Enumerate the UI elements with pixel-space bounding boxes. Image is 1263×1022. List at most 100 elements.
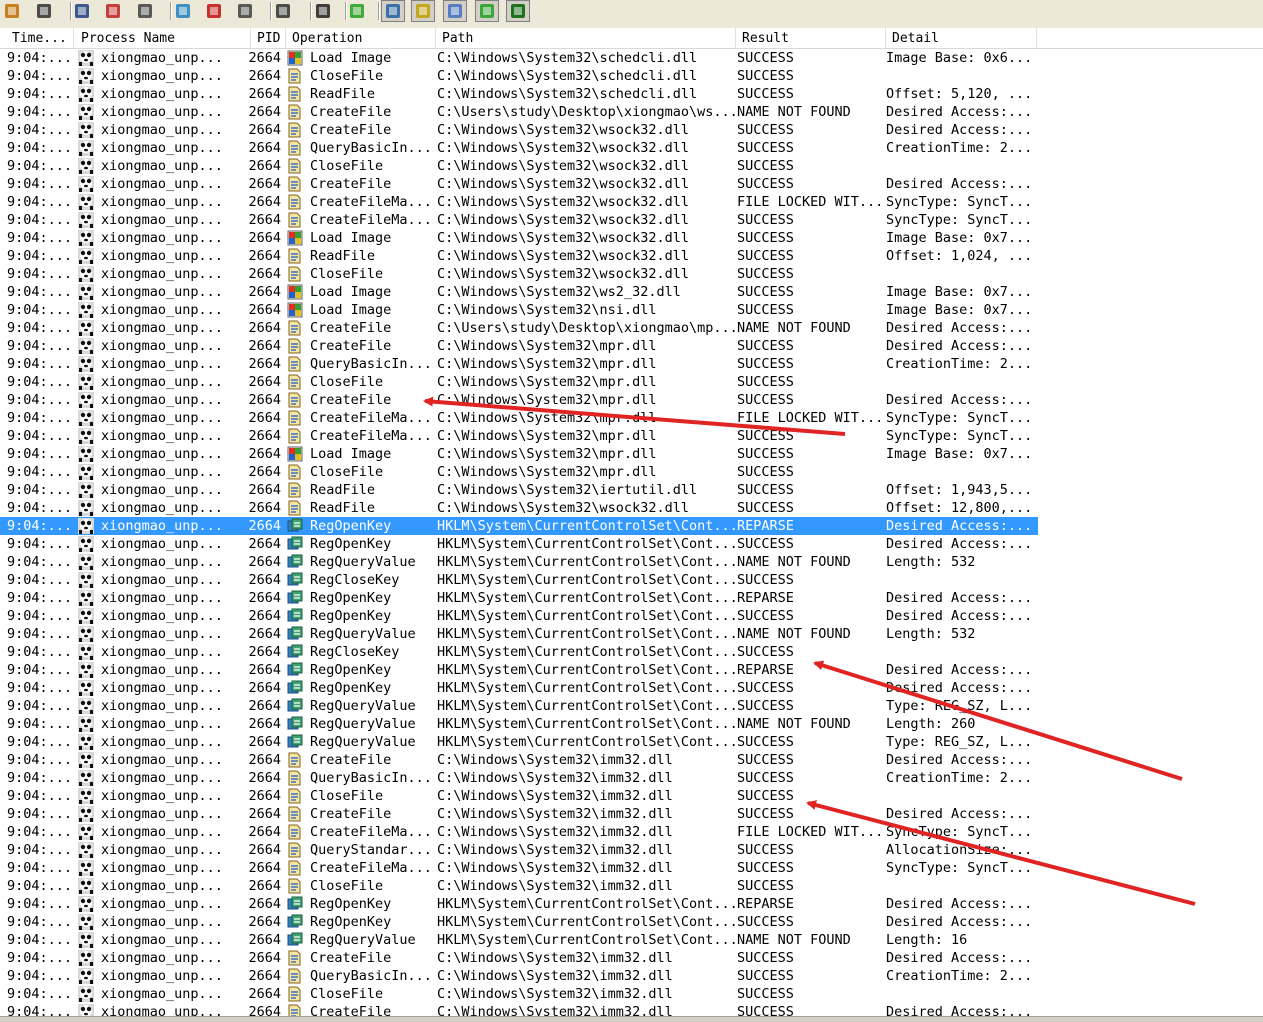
cell-detail: Offset: 12,800,... (886, 500, 1033, 516)
table-row[interactable]: 9:04:... xiongmao_unp... 2664 CreateFileMa.… (0, 211, 1038, 229)
cell-pid: 2664 (248, 914, 281, 930)
table-row[interactable]: 9:04:... xiongmao_unp... 2664 RegQueryValue… (0, 715, 1038, 733)
magnifier-icon[interactable] (70, 0, 94, 22)
column-header-pid[interactable]: PID (251, 28, 286, 48)
table-row[interactable]: 9:04:... xiongmao_unp... 2664 CloseFile C:\W… (0, 787, 1038, 805)
cell-time: 9:04:... (7, 554, 73, 570)
clear-display-icon[interactable] (101, 0, 125, 22)
table-row[interactable]: 9:04:... xiongmao_unp... 2664 CloseFile C:\W… (0, 67, 1038, 85)
table-row[interactable]: 9:04:... xiongmao_unp... 2664 CreateFileMa.… (0, 193, 1038, 211)
table-row[interactable]: 9:04:... xiongmao_unp... 2664 Load Image C:\… (0, 49, 1038, 67)
highlight-icon[interactable] (202, 0, 226, 22)
network-activity-icon[interactable] (443, 0, 467, 22)
find-icon[interactable] (311, 0, 335, 22)
table-row[interactable]: 9:04:... xiongmao_unp... 2664 Load Image C:\… (0, 445, 1038, 463)
table-row[interactable]: 9:04:... xiongmao_unp... 2664 CreateFile C:\… (0, 751, 1038, 769)
cell-process-name: xiongmao_unp... (101, 338, 223, 354)
cell-operation: ReadFile (310, 482, 376, 498)
table-row[interactable]: 9:04:... xiongmao_unp... 2664 Load Image C:\… (0, 301, 1038, 319)
column-header-time[interactable]: Time... (6, 28, 74, 48)
cell-time: 9:04:... (7, 770, 73, 786)
table-row[interactable]: 9:04:... xiongmao_unp... 2664 ReadFile C:\Wi… (0, 481, 1038, 499)
table-row[interactable]: 9:04:... xiongmao_unp... 2664 QueryBasicIn.… (0, 967, 1038, 985)
column-header-detail[interactable]: Detail (886, 28, 1037, 48)
table-row[interactable]: 9:04:... xiongmao_unp... 2664 CreateFile C:\… (0, 805, 1038, 823)
filter-icon[interactable] (171, 0, 195, 22)
file-system-operation-icon (287, 175, 304, 193)
table-row[interactable]: 9:04:... xiongmao_unp... 2664 RegQueryValue… (0, 625, 1038, 643)
jump-icon[interactable] (345, 0, 369, 22)
table-row[interactable]: 9:04:... xiongmao_unp... 2664 RegOpenKey HKL… (0, 679, 1038, 697)
cell-operation: QueryBasicIn... (310, 140, 432, 156)
table-row[interactable]: 9:04:... xiongmao_unp... 2664 RegQueryValue… (0, 697, 1038, 715)
table-row[interactable]: 9:04:... xiongmao_unp... 2664 CloseFile C:\W… (0, 985, 1038, 1003)
process-icon (78, 409, 94, 427)
table-row[interactable]: 9:04:... xiongmao_unp... 2664 RegOpenKey HKL… (0, 895, 1038, 913)
table-row[interactable]: 9:04:... xiongmao_unp... 2664 Load Image C:\… (0, 283, 1038, 301)
table-row[interactable]: 9:04:... xiongmao_unp... 2664 RegOpenKey HKL… (0, 589, 1038, 607)
column-header-process-name[interactable]: Process Name (75, 28, 251, 48)
table-row[interactable]: 9:04:... xiongmao_unp... 2664 QueryBasicIn.… (0, 139, 1038, 157)
table-row[interactable]: 9:04:... xiongmao_unp... 2664 RegCloseKey HK… (0, 571, 1038, 589)
table-row[interactable]: 9:04:... xiongmao_unp... 2664 CloseFile C:\W… (0, 157, 1038, 175)
table-row[interactable]: 9:04:... xiongmao_unp... 2664 RegOpenKey HKL… (0, 661, 1038, 679)
file-activity-icon[interactable] (411, 0, 435, 22)
profiling-icon[interactable] (506, 0, 530, 22)
table-row[interactable]: 9:04:... xiongmao_unp... 2664 QueryBasicIn.… (0, 355, 1038, 373)
cell-result: SUCCESS (737, 698, 794, 714)
process-activity-icon[interactable] (475, 0, 499, 22)
table-row[interactable]: 9:04:... xiongmao_unp... 2664 RegOpenKey HKL… (0, 517, 1038, 535)
registry-operation-icon (287, 571, 304, 589)
table-row[interactable]: 9:04:... xiongmao_unp... 2664 QueryBasicIn.… (0, 769, 1038, 787)
process-icon (78, 499, 94, 517)
table-row[interactable]: 9:04:... xiongmao_unp... 2664 CloseFile C:\W… (0, 463, 1038, 481)
table-row[interactable]: 9:04:... xiongmao_unp... 2664 CreateFile C:\… (0, 1003, 1038, 1016)
table-row[interactable]: 9:04:... xiongmao_unp... 2664 CreateFileMa.… (0, 427, 1038, 445)
table-row[interactable]: 9:04:... xiongmao_unp... 2664 RegQueryValue… (0, 931, 1038, 949)
table-row[interactable]: 9:04:... xiongmao_unp... 2664 CreateFile C:\… (0, 337, 1038, 355)
process-icon (78, 445, 94, 463)
table-row[interactable]: 9:04:... xiongmao_unp... 2664 CreateFile C:\… (0, 121, 1038, 139)
cell-pid: 2664 (248, 536, 281, 552)
table-row[interactable]: 9:04:... xiongmao_unp... 2664 CreateFileMa.… (0, 823, 1038, 841)
table-row[interactable]: 9:04:... xiongmao_unp... 2664 CreateFileMa.… (0, 859, 1038, 877)
table-row[interactable]: 9:04:... xiongmao_unp... 2664 CloseFile C:\W… (0, 877, 1038, 895)
table-row[interactable]: 9:04:... xiongmao_unp... 2664 RegQueryValue… (0, 553, 1038, 571)
horizontal-scrollbar[interactable] (0, 1016, 1263, 1022)
table-row[interactable]: 9:04:... xiongmao_unp... 2664 ReadFile C:\Wi… (0, 85, 1038, 103)
table-row[interactable]: 9:04:... xiongmao_unp... 2664 CreateFile C:\… (0, 103, 1038, 121)
table-row[interactable]: 9:04:... xiongmao_unp... 2664 CloseFile C:\W… (0, 265, 1038, 283)
table-row[interactable]: 9:04:... xiongmao_unp... 2664 RegOpenKey HKL… (0, 607, 1038, 625)
cell-detail (886, 67, 1036, 85)
table-row[interactable]: 9:04:... xiongmao_unp... 2664 ReadFile C:\Wi… (0, 499, 1038, 517)
target-icon[interactable] (233, 0, 257, 22)
table-row[interactable]: 9:04:... xiongmao_unp... 2664 ReadFile C:\Wi… (0, 247, 1038, 265)
table-row[interactable]: 9:04:... xiongmao_unp... 2664 CloseFile C:\W… (0, 373, 1038, 391)
table-row[interactable]: 9:04:... xiongmao_unp... 2664 CreateFile C:\… (0, 175, 1038, 193)
registry-activity-icon[interactable] (381, 0, 405, 22)
cell-time: 9:04:... (7, 608, 73, 624)
open-icon[interactable] (0, 0, 24, 22)
column-header-result[interactable]: Result (736, 28, 886, 48)
autoscroll-icon[interactable] (133, 0, 157, 22)
table-row[interactable]: 9:04:... xiongmao_unp... 2664 QueryStandar.… (0, 841, 1038, 859)
table-row[interactable]: 9:04:... xiongmao_unp... 2664 CreateFile C:\… (0, 319, 1038, 337)
cell-process-name: xiongmao_unp... (101, 914, 223, 930)
cell-result: SUCCESS (737, 392, 794, 408)
save-icon[interactable] (32, 0, 56, 22)
table-row[interactable]: 9:04:... xiongmao_unp... 2664 RegCloseKey HK… (0, 643, 1038, 661)
column-header-path[interactable]: Path (436, 28, 736, 48)
event-properties-icon[interactable] (271, 0, 295, 22)
cell-process-name: xiongmao_unp... (101, 716, 223, 732)
process-icon (78, 823, 94, 841)
table-row[interactable]: 9:04:... xiongmao_unp... 2664 RegOpenKey HKL… (0, 913, 1038, 931)
table-row[interactable]: 9:04:... xiongmao_unp... 2664 CreateFileMa.… (0, 409, 1038, 427)
column-header-operation[interactable]: Operation (286, 28, 436, 48)
table-row[interactable]: 9:04:... xiongmao_unp... 2664 RegQueryValue… (0, 733, 1038, 751)
table-row[interactable]: 9:04:... xiongmao_unp... 2664 RegOpenKey HKL… (0, 535, 1038, 553)
event-list[interactable]: Time... Process Name PID Operation Path … (0, 28, 1263, 1016)
table-row[interactable]: 9:04:... xiongmao_unp... 2664 CreateFile C:\… (0, 949, 1038, 967)
table-row[interactable]: 9:04:... xiongmao_unp... 2664 Load Image C:\… (0, 229, 1038, 247)
table-row[interactable]: 9:04:... xiongmao_unp... 2664 CreateFile C:\… (0, 391, 1038, 409)
cell-process-name: xiongmao_unp... (101, 986, 223, 1002)
